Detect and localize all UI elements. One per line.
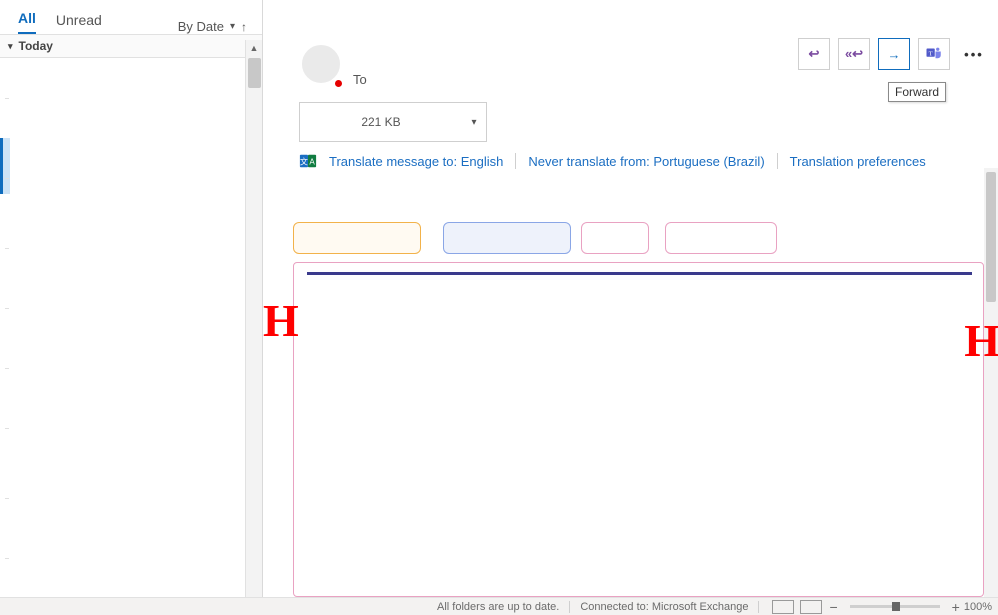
svg-text:A: A <box>309 158 315 167</box>
body-chip <box>665 222 777 254</box>
sort-by-button[interactable]: By Date ▾ ↑ <box>178 19 244 34</box>
scrollbar-thumb[interactable] <box>986 172 996 302</box>
tab-all[interactable]: All <box>18 10 36 34</box>
message-list-pane: All Unread By Date ▾ ↑ ▾ Today ▲ ▼ <box>0 0 263 615</box>
attachment-item[interactable]: 221 KB ▾ <box>299 102 487 142</box>
body-chip <box>581 222 649 254</box>
reading-pane: To ↩ «↩ → T ••• Forward 221 KB ▾ <box>263 0 998 615</box>
to-label: To <box>353 72 367 87</box>
reply-icon: ↩ <box>809 46 820 62</box>
status-connection: Connected to: Microsoft Exchange <box>580 601 748 613</box>
translation-preferences-link[interactable]: Translation preferences <box>790 154 926 169</box>
view-reading-icon[interactable] <box>800 600 822 614</box>
message-list-scrollbar[interactable]: ▲ ▼ <box>245 40 262 615</box>
never-translate-link[interactable]: Never translate from: Portuguese (Brazil… <box>528 154 764 169</box>
translate-bar: 文A Translate message to: English Never t… <box>299 152 926 170</box>
sort-direction-icon[interactable]: ↑ <box>241 20 244 34</box>
zoom-in-button[interactable]: + <box>952 599 960 615</box>
ellipsis-icon: ••• <box>964 47 984 62</box>
zoom-slider[interactable] <box>850 605 940 608</box>
translate-to-link[interactable]: Translate message to: English <box>329 154 503 169</box>
body-header-rule <box>307 272 972 275</box>
group-header-label: Today <box>19 39 53 53</box>
forward-tooltip: Forward <box>888 82 946 102</box>
body-frame <box>293 262 984 597</box>
group-header-today[interactable]: ▾ Today <box>0 34 262 58</box>
reply-all-button[interactable]: «↩ <box>838 38 870 70</box>
message-actions: ↩ «↩ → T ••• <box>798 38 990 70</box>
scroll-up-icon[interactable]: ▲ <box>246 40 262 57</box>
attachment-size: 221 KB <box>300 115 462 129</box>
separator <box>515 153 516 169</box>
chevron-down-icon: ▾ <box>8 41 13 52</box>
separator <box>777 153 778 169</box>
body-chip <box>443 222 571 254</box>
body-chip <box>293 222 421 254</box>
translate-icon: 文A <box>299 152 317 170</box>
chevron-down-icon: ▾ <box>230 21 235 32</box>
zoom-slider-thumb[interactable] <box>892 602 900 611</box>
chevron-down-icon[interactable]: ▾ <box>462 117 486 128</box>
annotation-h-right: H <box>964 314 998 367</box>
presence-indicator-icon <box>333 78 344 89</box>
view-normal-icon[interactable] <box>772 600 794 614</box>
annotation-h-left: H <box>263 294 299 347</box>
status-bar: All folders are up to date. Connected to… <box>0 597 998 615</box>
separator <box>569 601 570 613</box>
tab-unread[interactable]: Unread <box>56 12 102 34</box>
message-list-tabs: All Unread By Date ▾ ↑ <box>0 0 262 34</box>
reply-button[interactable]: ↩ <box>798 38 830 70</box>
message-list-body[interactable] <box>0 58 262 615</box>
list-rule-marks <box>0 58 14 615</box>
scrollbar-thumb[interactable] <box>248 58 261 88</box>
reading-pane-scrollbar[interactable] <box>984 168 998 597</box>
forward-icon: → <box>888 47 901 62</box>
separator <box>758 601 759 613</box>
more-actions-button[interactable]: ••• <box>958 38 990 70</box>
reply-all-icon: «↩ <box>845 46 863 62</box>
teams-icon: T <box>925 44 943 65</box>
status-folders: All folders are up to date. <box>437 601 559 613</box>
forward-button[interactable]: → <box>878 38 910 70</box>
share-to-teams-button[interactable]: T <box>918 38 950 70</box>
zoom-level[interactable]: 100% <box>964 601 992 613</box>
sort-by-label: By Date <box>178 19 224 34</box>
zoom-out-button[interactable]: − <box>829 599 837 615</box>
svg-text:文: 文 <box>300 157 308 167</box>
